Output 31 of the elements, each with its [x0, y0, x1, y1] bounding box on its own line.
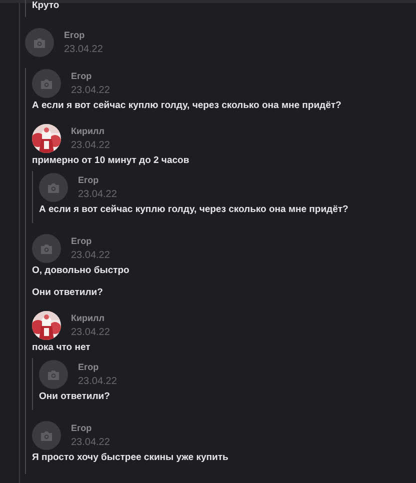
message-date: 23.04.22 [71, 437, 110, 449]
camera-icon [40, 78, 53, 88]
message-text: Круто [32, 0, 60, 12]
author-name: Егор [78, 174, 100, 186]
message-text: Они ответили? [39, 391, 111, 403]
camera-icon [47, 370, 60, 380]
message-text: примерно от 10 минут до 2 часов [32, 155, 190, 167]
message-date: 23.04.22 [71, 85, 110, 97]
camera-icon [33, 38, 46, 48]
message-date: 23.04.22 [78, 189, 117, 201]
message-text: А если я вот сейчас куплю голду, через сколько она мне придёт? [32, 100, 342, 112]
message-date: 23.04.22 [71, 327, 110, 339]
camera-icon [40, 430, 53, 440]
message-date: 23.04.22 [64, 44, 103, 56]
message-text: А если я вот сейчас куплю голду, через сколько она мне придёт? [39, 204, 350, 216]
author-name: Егор [78, 361, 100, 373]
message-text: Я просто хочу быстрее скины уже купить [32, 452, 230, 464]
message-text: О, довольно быстро [32, 265, 130, 277]
message-date: 23.04.22 [71, 140, 110, 152]
author-name: Кирилл [71, 125, 106, 137]
camera-icon [47, 182, 60, 192]
message-text: пока что нет [32, 342, 92, 354]
message-date: 23.04.22 [78, 376, 117, 388]
author-name: Егор [71, 70, 93, 82]
message-date: 23.04.22 [71, 250, 110, 262]
message-text: Они ответили? [32, 287, 104, 299]
author-name: Кирилл [71, 312, 106, 324]
author-name: Егор [71, 422, 93, 434]
camera-icon [40, 244, 53, 254]
author-name: Егор [71, 235, 93, 247]
author-name: Егор [64, 29, 86, 41]
